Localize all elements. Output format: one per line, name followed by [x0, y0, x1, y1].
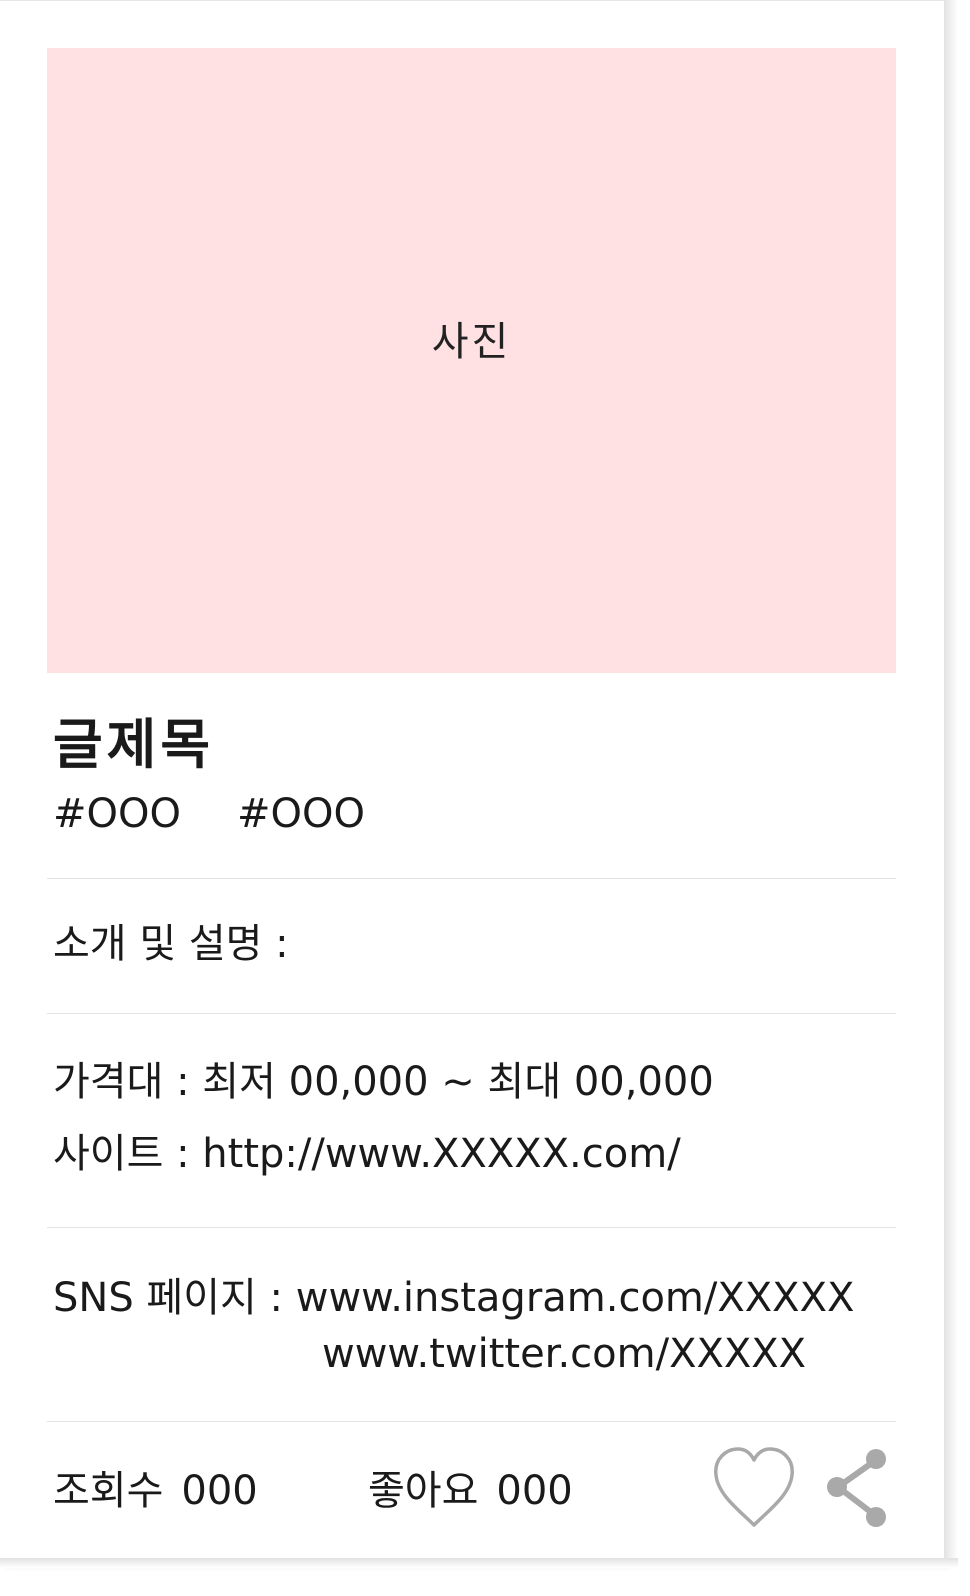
card-shadow-bottom — [0, 1558, 958, 1568]
view-count-label: 조회수 — [53, 1468, 164, 1514]
divider — [47, 1013, 896, 1014]
divider — [47, 1421, 896, 1422]
card-shadow-right — [944, 0, 958, 1566]
tag-list: #OOO #OOO — [53, 788, 365, 840]
like-count: 좋아요 000 — [368, 1465, 573, 1517]
price-range: 가격대 : 최저 00,000 ~ 최대 00,000 — [53, 1059, 714, 1105]
description-label: 소개 및 설명 : — [53, 921, 289, 967]
sns-link-instagram[interactable]: www.instagram.com/XXXXX — [296, 1275, 855, 1321]
divider — [47, 878, 896, 879]
like-count-value: 000 — [496, 1468, 573, 1514]
view-count: 조회수 000 — [53, 1465, 258, 1517]
sns-link-twitter[interactable]: www.twitter.com/XXXXX — [322, 1328, 806, 1380]
photo-placeholder[interactable]: 사진 — [47, 48, 896, 673]
tag[interactable]: #OOO — [237, 788, 365, 840]
like-count-label: 좋아요 — [368, 1468, 479, 1514]
photo-label: 사진 — [431, 318, 512, 365]
sns-label: SNS 페이지 : — [53, 1275, 296, 1321]
heart-outline-icon[interactable] — [710, 1445, 798, 1531]
sns-row: SNS 페이지 : www.instagram.com/XXXXX — [53, 1272, 854, 1324]
tag[interactable]: #OOO — [53, 788, 181, 840]
site-link[interactable]: 사이트 : http://www.XXXXX.com/ — [53, 1128, 681, 1180]
share-icon[interactable] — [824, 1444, 894, 1532]
post-title: 글제목 — [53, 713, 215, 776]
view-count-value: 000 — [181, 1468, 258, 1514]
divider — [47, 1227, 896, 1228]
